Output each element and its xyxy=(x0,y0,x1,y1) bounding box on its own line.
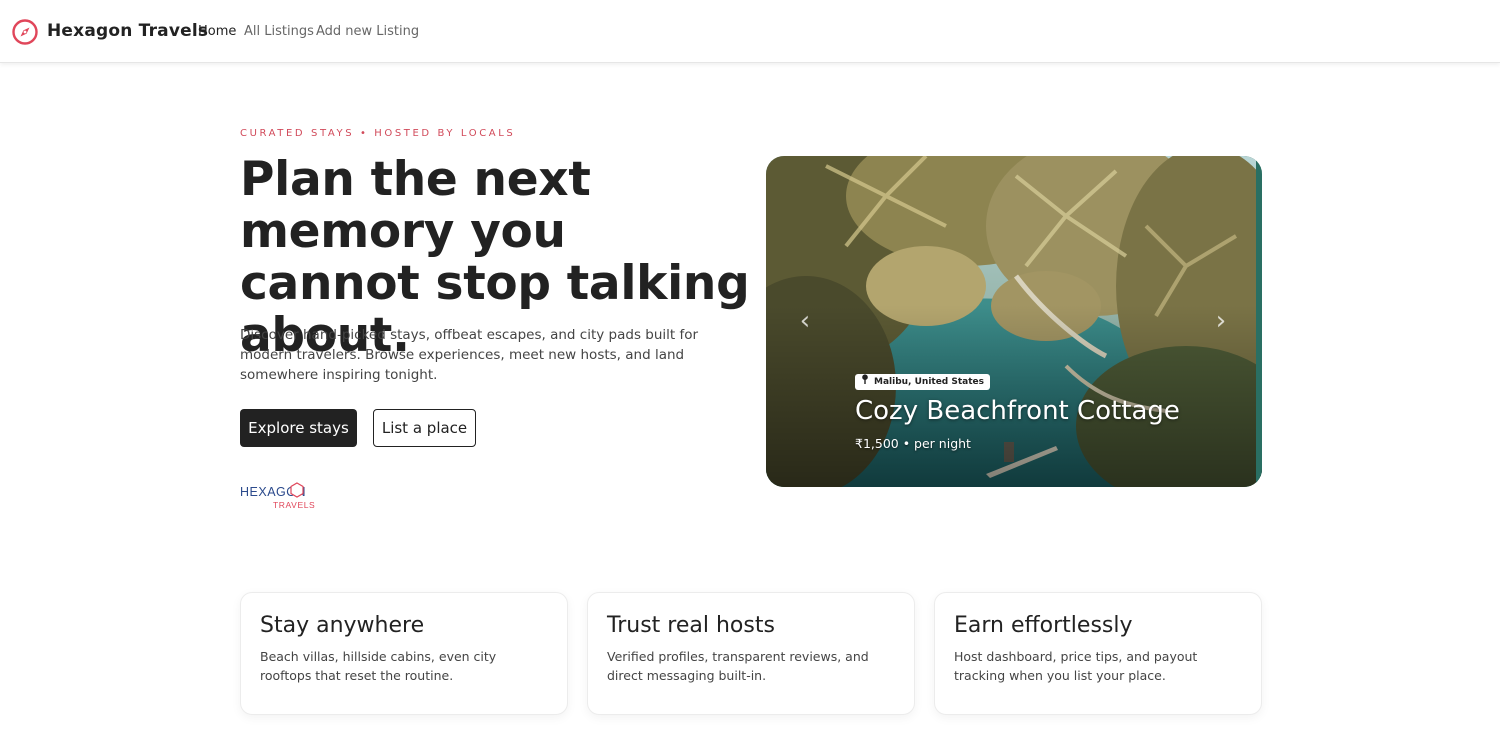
chevron-left-icon: ‹ xyxy=(799,306,811,336)
feature-card-stay-anywhere: Stay anywhere Beach villas, hillside cab… xyxy=(240,592,568,715)
hero-description: Discover hand-picked stays, offbeat esca… xyxy=(240,327,699,383)
carousel-next-control[interactable]: › xyxy=(1206,301,1236,341)
feature-card-trust-hosts: Trust real hosts Verified profiles, tran… xyxy=(587,592,915,715)
hexagon-travels-logo: HEXAGON TRAVELS xyxy=(240,482,315,510)
feature-title: Earn effortlessly xyxy=(954,613,1133,638)
feature-text: Beach villas, hillside cabins, even city… xyxy=(260,649,497,683)
carousel-prev-control[interactable]: ‹ xyxy=(790,301,820,341)
feature-text: Verified profiles, transparent reviews, … xyxy=(607,649,869,683)
nav-home[interactable]: Home xyxy=(198,24,236,39)
feature-card-earn: Earn effortlessly Host dashboard, price … xyxy=(934,592,1262,715)
logo-sub: TRAVELS xyxy=(273,500,315,510)
feature-title: Trust real hosts xyxy=(607,613,775,638)
nav-all-listings[interactable]: All Listings xyxy=(244,24,314,39)
chevron-right-icon: › xyxy=(1215,306,1227,336)
brand-name[interactable]: Hexagon Travels xyxy=(47,21,208,41)
feature-text: Host dashboard, price tips, and payout t… xyxy=(954,649,1198,683)
explore-stays-button[interactable]: Explore stays xyxy=(240,409,357,447)
slide-title[interactable]: Cozy Beachfront Cottage xyxy=(855,396,1180,426)
hero-eyebrow: CURATED STAYS • HOSTED BY LOCALS xyxy=(240,128,516,139)
top-navbar: Hexagon Travels Home All Listings Add ne… xyxy=(0,0,1500,63)
slide-price: ₹1,500 • per night xyxy=(855,436,971,451)
featured-carousel[interactable]: ‹ › Malibu, United States Cozy Beachfron… xyxy=(766,156,1262,487)
listing-photo xyxy=(766,156,1262,487)
compass-icon[interactable] xyxy=(12,19,38,45)
feature-title: Stay anywhere xyxy=(260,613,425,638)
list-a-place-button[interactable]: List a place xyxy=(373,409,476,447)
map-pin-icon xyxy=(862,374,868,384)
nav-add-listing[interactable]: Add new Listing xyxy=(316,24,419,39)
location-badge: Malibu, United States xyxy=(855,374,991,390)
location-text: Malibu, United States xyxy=(874,377,985,387)
